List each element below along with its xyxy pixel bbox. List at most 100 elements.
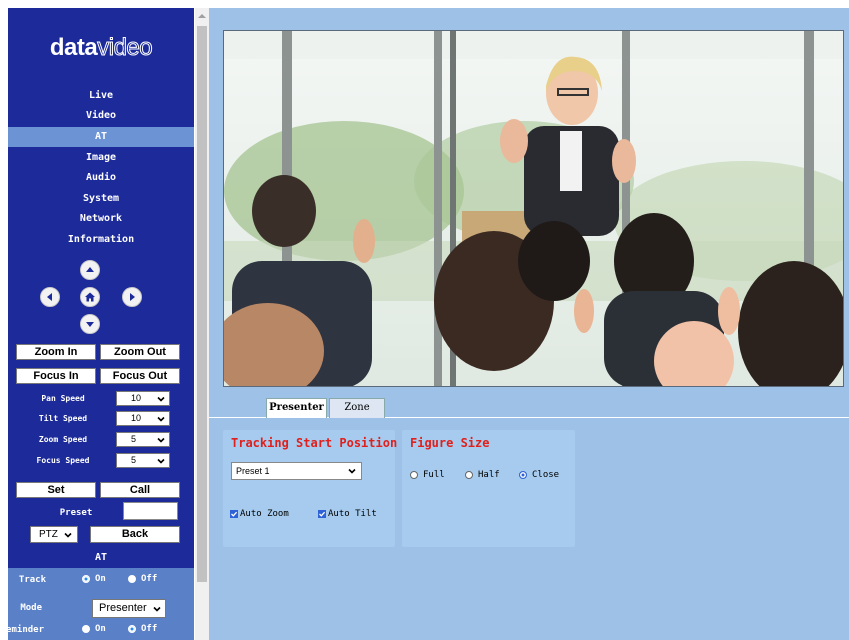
zoom-speed-value: 5 — [131, 434, 137, 444]
radio-selected-icon — [519, 471, 527, 479]
logo-bold-text: data — [49, 34, 98, 61]
reminder-on-label: On — [95, 624, 106, 634]
home-button[interactable] — [80, 287, 100, 307]
home-icon — [85, 292, 95, 302]
track-on-radio[interactable]: On — [82, 574, 106, 584]
chevron-down-icon — [348, 468, 356, 474]
live-video-feed[interactable] — [223, 30, 844, 387]
pan-up-button[interactable] — [80, 260, 100, 280]
scroll-up-arrow-icon — [198, 14, 206, 18]
nav-item-audio[interactable]: Audio — [8, 168, 194, 188]
tab-zone[interactable]: Zone — [329, 398, 385, 418]
figure-size-half-label: Half — [478, 470, 500, 480]
datavideo-logo: datavideo — [8, 34, 194, 62]
sidebar: datavideo Live Video AT Image Audio Syst… — [1, 8, 194, 640]
auto-tilt-label: Auto Tilt — [328, 509, 377, 519]
pan-left-button[interactable] — [40, 287, 60, 307]
set-button[interactable]: Set — [16, 482, 96, 498]
ptz-mode-value: PTZ — [39, 529, 58, 540]
reminder-off-label: Off — [141, 624, 158, 634]
zoom-speed-label: Zoom Speed — [38, 435, 88, 444]
reminder-off-radio[interactable]: Off — [128, 624, 157, 634]
checkbox-checked-icon — [230, 510, 238, 518]
focus-speed-value: 5 — [131, 455, 137, 465]
focus-speed-select[interactable]: 5 — [116, 453, 170, 468]
down-arrow-icon — [86, 322, 94, 327]
figure-size-full-radio[interactable]: Full — [410, 470, 445, 480]
pan-speed-value: 10 — [131, 393, 142, 403]
radio-unselected-icon — [410, 471, 418, 479]
focus-in-button[interactable]: Focus In — [16, 368, 96, 384]
figure-size-close-label: Close — [532, 470, 560, 480]
at-section: AT Track On Off Mode Presenter reminder … — [1, 548, 194, 640]
reminder-label: reminder — [0, 625, 44, 635]
checkbox-checked-icon — [318, 510, 326, 518]
figure-size-close-radio[interactable]: Close — [519, 470, 559, 480]
zoom-speed-select[interactable]: 5 — [116, 432, 170, 447]
tracking-mode-value: Presenter — [99, 602, 147, 614]
tilt-speed-value: 10 — [131, 413, 142, 423]
tracking-start-position-panel: Tracking Start Position Preset 1 Auto Zo… — [223, 430, 397, 547]
focus-speed-label: Focus Speed — [36, 456, 90, 465]
track-off-radio[interactable]: Off — [128, 574, 157, 584]
pan-right-button[interactable] — [122, 287, 142, 307]
figure-size-full-label: Full — [423, 470, 445, 480]
zoom-out-button[interactable]: Zoom Out — [100, 344, 180, 360]
radio-selected-icon — [82, 575, 90, 583]
nav-item-video[interactable]: Video — [8, 106, 194, 126]
pan-down-button[interactable] — [80, 314, 100, 334]
tracking-preset-select[interactable]: Preset 1 — [231, 462, 362, 480]
tracking-mode-select[interactable]: Presenter — [92, 599, 166, 618]
auto-tilt-checkbox[interactable]: Auto Tilt — [318, 509, 377, 519]
auto-zoom-label: Auto Zoom — [240, 509, 289, 519]
tab-bar: Presenter Zone — [209, 396, 849, 418]
pan-speed-label: Pan Speed — [41, 394, 85, 403]
reminder-on-radio[interactable]: On — [82, 624, 106, 634]
tab-presenter[interactable]: Presenter — [266, 398, 327, 418]
figure-size-panel: Figure Size Full Half Close — [402, 430, 575, 547]
right-arrow-icon — [130, 293, 135, 301]
radio-unselected-icon — [465, 471, 473, 479]
preset-label: Preset — [59, 508, 93, 518]
nav-item-live[interactable]: Live — [8, 86, 194, 106]
call-button[interactable]: Call — [100, 482, 180, 498]
left-arrow-icon — [47, 293, 52, 301]
back-button[interactable]: Back — [90, 526, 180, 543]
mode-label: Mode — [20, 603, 42, 613]
chevron-down-icon — [153, 605, 161, 613]
chevron-down-icon — [157, 396, 165, 402]
up-arrow-icon — [86, 267, 94, 272]
ptz-mode-select[interactable]: PTZ — [30, 526, 78, 543]
nav-item-image[interactable]: Image — [8, 148, 194, 168]
radio-selected-icon — [128, 625, 136, 633]
sidebar-scrollbar[interactable] — [195, 8, 209, 640]
tilt-speed-label: Tilt Speed — [38, 414, 88, 423]
figure-size-title: Figure Size — [410, 436, 490, 450]
presenter-video-image — [224, 31, 843, 386]
tracking-preset-value: Preset 1 — [236, 466, 270, 476]
chevron-down-icon — [64, 532, 72, 538]
chevron-down-icon — [157, 416, 165, 422]
nav-item-network[interactable]: Network — [8, 209, 194, 229]
nav-item-system[interactable]: System — [8, 189, 194, 209]
nav-item-information[interactable]: Information — [8, 230, 194, 250]
scroll-thumb[interactable] — [197, 26, 207, 582]
track-label: Track — [18, 575, 46, 585]
tilt-speed-select[interactable]: 10 — [116, 411, 170, 426]
scroll-up-button[interactable] — [195, 8, 209, 24]
zoom-in-button[interactable]: Zoom In — [16, 344, 96, 360]
focus-out-button[interactable]: Focus Out — [100, 368, 180, 384]
pan-speed-select[interactable]: 10 — [116, 391, 170, 406]
auto-zoom-checkbox[interactable]: Auto Zoom — [230, 509, 289, 519]
chevron-down-icon — [157, 437, 165, 443]
logo-thin-text: video — [97, 34, 153, 62]
track-on-label: On — [95, 574, 106, 584]
at-header: AT — [8, 548, 194, 568]
radio-unselected-icon — [82, 625, 90, 633]
radio-unselected-icon — [128, 575, 136, 583]
track-off-label: Off — [141, 574, 158, 584]
figure-size-half-radio[interactable]: Half — [465, 470, 500, 480]
preset-number-input[interactable] — [123, 502, 178, 520]
chevron-down-icon — [157, 458, 165, 464]
nav-item-at[interactable]: AT — [8, 127, 194, 147]
